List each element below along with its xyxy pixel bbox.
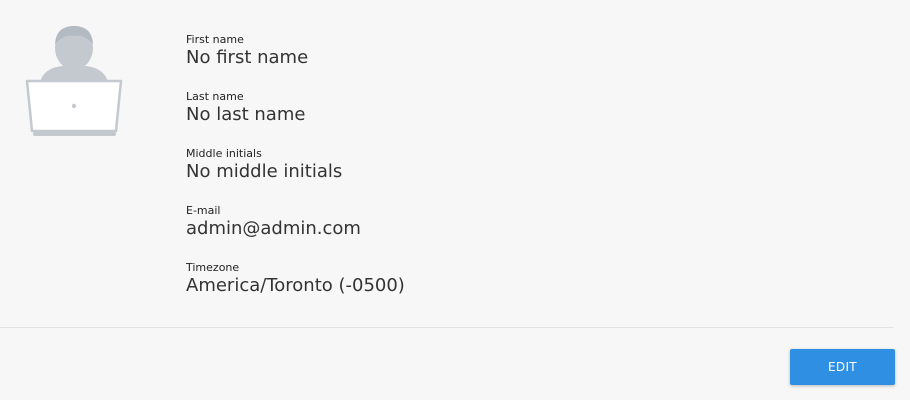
middle-initials-field: Middle initials No middle initials [186, 147, 405, 204]
first-name-label: First name [186, 33, 244, 46]
email-value: admin@admin.com [186, 218, 361, 239]
edit-button[interactable]: EDIT [790, 349, 895, 385]
email-label: E-mail [186, 204, 221, 217]
first-name-field: First name No first name [186, 33, 405, 90]
user-laptop-icon [25, 26, 123, 136]
timezone-label: Timezone [186, 261, 240, 274]
first-name-value: No first name [186, 47, 309, 68]
last-name-label: Last name [186, 90, 244, 103]
last-name-value: No last name [186, 104, 306, 125]
section-divider [0, 327, 894, 328]
user-avatar [24, 20, 126, 140]
middle-initials-value: No middle initials [186, 161, 343, 182]
last-name-field: Last name No last name [186, 90, 405, 147]
timezone-field: Timezone America/Toronto (-0500) [186, 261, 405, 318]
profile-fields: First name No first name Last name No la… [186, 33, 405, 318]
email-field: E-mail admin@admin.com [186, 204, 405, 261]
middle-initials-label: Middle initials [186, 147, 262, 160]
timezone-value: America/Toronto (-0500) [186, 275, 405, 296]
